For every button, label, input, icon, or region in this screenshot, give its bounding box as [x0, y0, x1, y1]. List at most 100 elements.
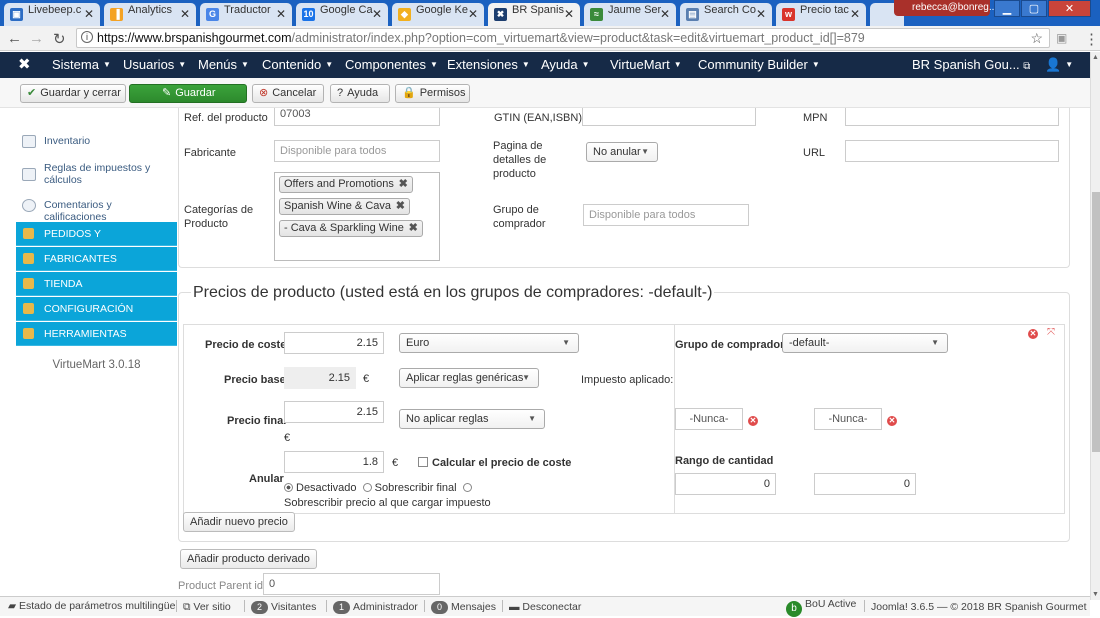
close-icon[interactable]: ✕ — [756, 3, 766, 25]
joomla-logo-icon[interactable]: ✖ — [18, 55, 31, 73]
quantity-to-input[interactable]: 0 — [814, 473, 916, 495]
close-icon[interactable]: ✕ — [468, 3, 478, 25]
quantity-from-input[interactable]: 0 — [675, 473, 776, 495]
categories-multiselect[interactable]: Offers and Promotions ✖ Spanish Wine & Ca… — [274, 172, 440, 261]
sidebar-section-tools[interactable]: HERRAMIENTAS — [16, 322, 177, 346]
manufacturer-select[interactable]: Disponible para todos — [274, 140, 440, 162]
sidebar-section-store[interactable]: TIENDA — [16, 272, 177, 296]
override-price-input[interactable]: 1.8 — [284, 451, 384, 473]
parent-id-input[interactable]: 0 — [263, 573, 440, 595]
price-shopper-group-select[interactable]: -default- ▼ — [782, 333, 948, 353]
radio-final-option[interactable] — [362, 483, 372, 492]
sidebar-section-configuration[interactable]: CONFIGURACIÓN — [16, 297, 177, 321]
delete-price-icon[interactable]: ✕ — [1028, 329, 1038, 339]
view-site-link[interactable]: ⧉ Ver sitio — [170, 600, 231, 614]
profile-button[interactable]: rebecca@bonreg... — [894, 0, 997, 16]
menu-virtuemart[interactable]: VirtueMart ▼ — [610, 57, 682, 72]
checkbox-icon[interactable] — [418, 457, 428, 467]
save-close-button[interactable]: ✔ Guardar y cerrar — [20, 84, 126, 103]
close-icon[interactable]: ✕ — [564, 3, 574, 25]
close-icon[interactable]: ✕ — [372, 3, 382, 25]
currency-select[interactable]: Euro ▼ — [399, 333, 579, 353]
calc-cost-checkbox[interactable]: Calcular el precio de coste — [418, 456, 571, 470]
save-button[interactable]: ✎ Guardar — [129, 84, 247, 103]
sku-input[interactable]: 07003 — [274, 108, 440, 126]
browser-tab[interactable]: 10 Google Ca ✕ — [296, 3, 388, 26]
base-rule-select[interactable]: Aplicar reglas genéricas ▼ — [399, 368, 539, 388]
window-close-icon[interactable]: ✕ — [1048, 0, 1091, 17]
scroll-up-icon[interactable]: ▲ — [1092, 54, 1099, 61]
browser-tab[interactable]: ◆ Google Ke ✕ — [392, 3, 484, 26]
gtin-input[interactable] — [582, 108, 756, 126]
url-input[interactable] — [845, 140, 1059, 162]
multilang-status[interactable]: ▰ Estado de parámetros multilingüe — [8, 600, 175, 612]
menu-contenido[interactable]: Contenido ▼ — [262, 57, 333, 72]
browser-tab[interactable]: G Traductor ✕ — [200, 3, 292, 26]
cancel-button[interactable]: ⊗ Cancelar — [252, 84, 324, 103]
mpn-input[interactable] — [845, 108, 1059, 126]
menu-extensiones[interactable]: Extensiones ▼ — [447, 57, 530, 72]
bou-status[interactable]: b BoU Active — [786, 598, 856, 617]
radio-tax-option[interactable] — [462, 483, 472, 492]
minimize-icon[interactable]: ▁ — [994, 0, 1020, 17]
page-scrollbar[interactable]: ▲ ▼ — [1090, 52, 1100, 600]
logout-link[interactable]: ▬ Desconectar — [496, 600, 581, 613]
forward-icon[interactable]: → — [29, 30, 44, 47]
menu-community-builder[interactable]: Community Builder ▼ — [698, 57, 820, 72]
add-price-button[interactable]: Añadir nuevo precio — [183, 512, 295, 532]
clear-end-date-icon[interactable]: ✕ — [887, 416, 897, 426]
close-icon[interactable]: ✕ — [850, 3, 860, 25]
sidebar-section-manufacturers[interactable]: FABRICANTES — [16, 247, 177, 271]
reload-icon[interactable]: ↻ — [53, 30, 66, 48]
menu-usuarios[interactable]: Usuarios ▼ — [123, 57, 186, 72]
site-link[interactable]: BR Spanish Gou... ⧉ — [912, 57, 1030, 72]
browser-tab[interactable]: ≈ Jaume Ser ✕ — [584, 3, 676, 26]
menu-componentes[interactable]: Componentes ▼ — [345, 57, 438, 72]
cost-price-input[interactable]: 2.15 — [284, 332, 384, 354]
price-start-date[interactable]: -Nunca- — [675, 408, 743, 430]
remove-icon[interactable]: ✖ — [399, 177, 408, 192]
visitors-status[interactable]: 2 Visitantes — [238, 600, 316, 614]
permissions-button[interactable]: 🔒 Permisos — [395, 84, 470, 103]
add-derived-product-button[interactable]: Añadir producto derivado — [180, 549, 317, 569]
menu-ayuda[interactable]: Ayuda ▼ — [541, 57, 590, 72]
close-icon[interactable]: ✕ — [276, 3, 286, 25]
final-rule-select[interactable]: No aplicar reglas ▼ — [399, 409, 545, 429]
radio-off-option[interactable] — [284, 483, 293, 492]
menu-sistema[interactable]: Sistema ▼ — [52, 57, 111, 72]
back-icon[interactable]: ← — [7, 30, 22, 47]
help-button[interactable]: ? Ayuda — [330, 84, 390, 103]
price-end-date[interactable]: -Nunca- — [814, 408, 882, 430]
info-icon[interactable]: i — [81, 31, 93, 43]
user-menu[interactable]: 👤 ▼ — [1045, 57, 1073, 73]
sidebar-item-tax-rules[interactable]: Reglas de impuestos y cálculos — [16, 162, 177, 186]
admins-status[interactable]: 1 Administrador — [320, 600, 418, 614]
browser-tab-active[interactable]: ✖ BR Spanis ✕ — [488, 3, 580, 26]
scroll-thumb[interactable] — [1092, 192, 1100, 452]
browser-tab[interactable]: w Precio tac ✕ — [776, 3, 866, 26]
scroll-down-icon[interactable]: ▼ — [1092, 591, 1099, 598]
browser-tab[interactable]: ▤ Search Co ✕ — [680, 3, 772, 26]
detail-page-select[interactable]: No anular ▼ — [586, 142, 658, 162]
maximize-icon[interactable]: ▢ — [1021, 0, 1047, 17]
remove-icon[interactable]: ✖ — [396, 199, 405, 214]
messages-status[interactable]: 0 Mensajes — [418, 600, 496, 614]
final-price-input[interactable]: 2.15 — [284, 401, 384, 423]
sidebar-section-orders[interactable]: PEDIDOS Y — [16, 222, 177, 246]
sidebar-item-reviews[interactable]: Comentarios y calificaciones — [16, 199, 177, 223]
extension-icon[interactable]: ▣ — [1056, 31, 1067, 45]
menu-icon[interactable]: ⋮ — [1084, 30, 1099, 48]
close-icon[interactable]: ✕ — [660, 3, 670, 25]
bookmark-star-icon[interactable]: ☆ — [1030, 29, 1043, 47]
move-icon[interactable]: ⤧ — [1047, 327, 1055, 338]
shopper-group-select[interactable]: Disponible para todos — [583, 204, 749, 226]
browser-tab[interactable]: ▣ Livebeep.c ✕ — [4, 3, 100, 26]
remove-icon[interactable]: ✖ — [409, 221, 418, 236]
menu-menus[interactable]: Menús ▼ — [198, 57, 249, 72]
clear-start-date-icon[interactable]: ✕ — [748, 416, 758, 426]
url-input[interactable]: i https://www.brspanishgourmet.com/admin… — [76, 28, 1050, 48]
close-icon[interactable]: ✕ — [180, 3, 190, 25]
close-icon[interactable]: ✕ — [84, 3, 94, 25]
sidebar-item-inventory[interactable]: Inventario — [16, 135, 177, 148]
browser-tab[interactable]: ▐ Analytics ✕ — [104, 3, 196, 26]
